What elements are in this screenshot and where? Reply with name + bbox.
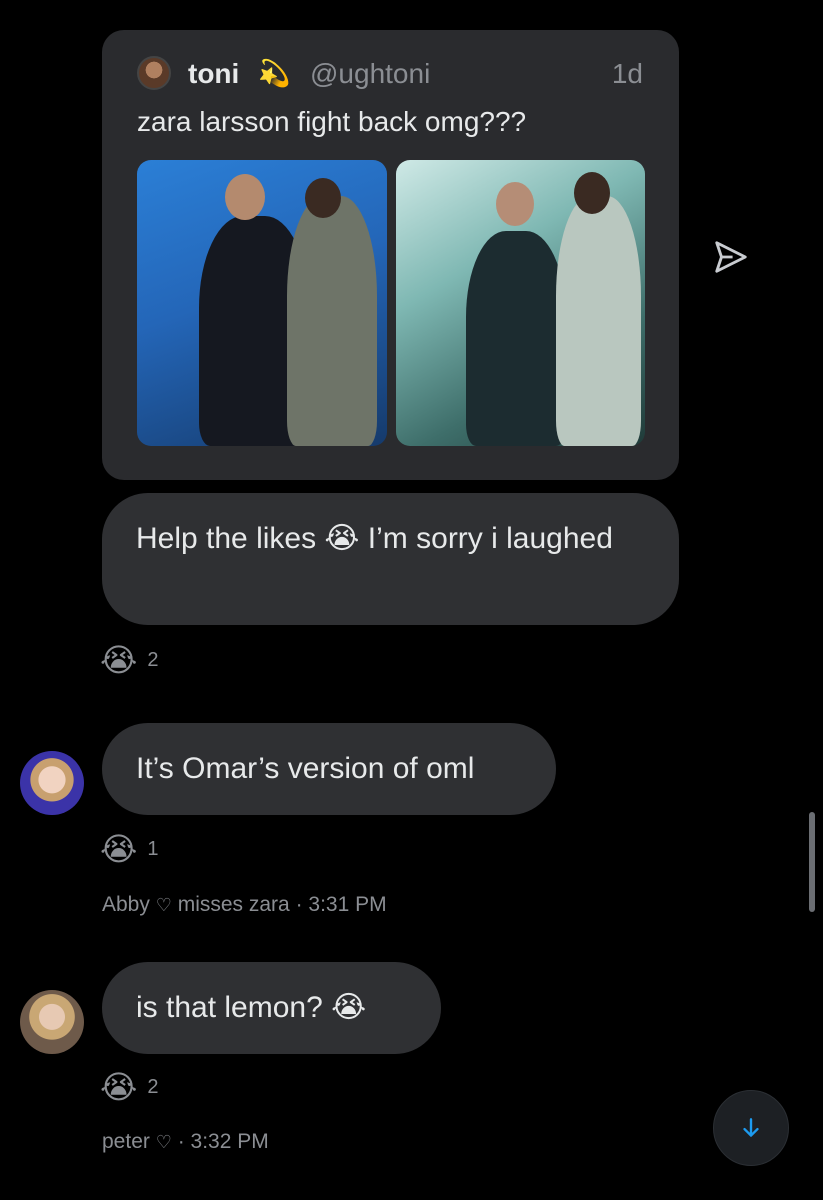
sender-avatar[interactable] xyxy=(20,751,84,815)
message-bubble[interactable]: Help the likes 😭 I’m sorry i laughed xyxy=(102,493,679,625)
scroll-to-bottom-button[interactable] xyxy=(713,1090,789,1166)
loudly-crying-emoji: 😭 xyxy=(100,831,138,867)
quoted-post-text: zara larsson fight back omg??? xyxy=(137,106,527,137)
send-icon[interactable] xyxy=(712,238,750,276)
message-reaction[interactable]: 😭 1 xyxy=(100,830,159,868)
quoted-author-name: toni xyxy=(188,58,240,89)
heart-outline-icon: ♡ xyxy=(155,895,172,915)
quoted-post-media[interactable] xyxy=(137,160,645,446)
dizzy-emoji: 💫 xyxy=(258,58,291,88)
heart-outline-icon: ♡ xyxy=(155,1132,172,1152)
sender-status: misses zara xyxy=(177,893,290,916)
reaction-count: 1 xyxy=(147,837,159,860)
message-reaction[interactable]: 😭 2 xyxy=(100,1068,159,1106)
quoted-post-card[interactable]: toni 💫 @ughtoni 1d zara larsson fight ba… xyxy=(102,30,679,480)
media-photo-2[interactable] xyxy=(395,160,645,446)
sender-name: Abby xyxy=(102,893,150,916)
message-reaction[interactable]: 😭 2 xyxy=(100,641,159,679)
scrollbar[interactable] xyxy=(809,812,815,912)
reaction-count: 2 xyxy=(147,1075,159,1098)
message-bubble[interactable]: It’s Omar’s version of oml xyxy=(102,723,556,815)
loudly-crying-emoji: 😭 xyxy=(100,1069,138,1105)
loudly-crying-emoji: 😭 xyxy=(100,642,138,678)
quoted-post-time: 1d xyxy=(611,58,643,89)
reaction-count: 2 xyxy=(147,648,159,671)
message-bubble[interactable]: is that lemon? 😭 xyxy=(102,962,441,1054)
sender-avatar[interactable] xyxy=(20,990,84,1054)
message-meta: Abby ♡ misses zara · 3:31 PM xyxy=(102,893,387,917)
arrow-down-icon xyxy=(743,1118,759,1137)
media-photo-1[interactable] xyxy=(137,160,387,446)
message-time: · 3:32 PM xyxy=(177,1130,269,1153)
quoted-author-avatar[interactable] xyxy=(137,56,171,90)
message-time: · 3:31 PM xyxy=(295,893,387,916)
quoted-author-handle: @ughtoni xyxy=(310,58,431,89)
message-meta: peter ♡ · 3:32 PM xyxy=(102,1130,269,1154)
sender-name: peter xyxy=(102,1130,150,1153)
